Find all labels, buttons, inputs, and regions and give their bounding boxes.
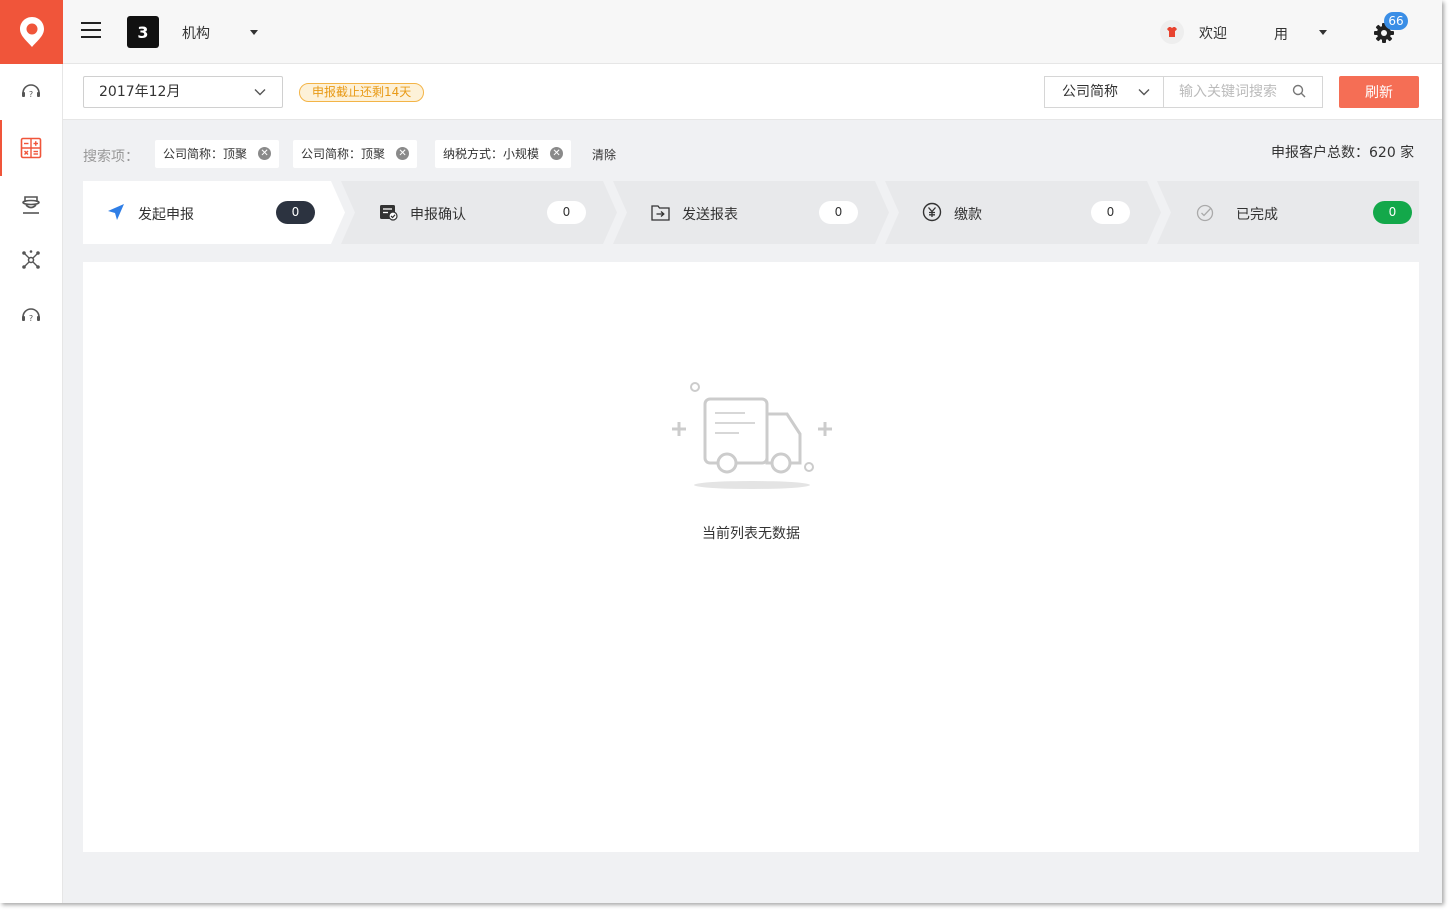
step-count: 0 — [819, 201, 858, 224]
shirt-avatar-icon — [1167, 27, 1177, 37]
send-report-icon — [651, 205, 670, 221]
filter-chip: 公司简称：顶聚 ✕ — [155, 140, 280, 168]
search-icon[interactable] — [1292, 84, 1306, 98]
clear-filters-link[interactable]: 清除 — [592, 146, 616, 163]
deadline-badge: 申报截止还剩14天 — [299, 83, 425, 102]
org-dropdown-caret-icon[interactable] — [250, 30, 258, 35]
step-initiate[interactable]: 发起申报 0 — [83, 181, 345, 244]
check-icon — [1196, 204, 1214, 222]
month-select[interactable]: 2017年12月 — [83, 76, 283, 108]
network-icon — [22, 250, 40, 269]
support-icon: ? — [22, 84, 40, 99]
step-confirm[interactable]: 申报确认 0 — [341, 181, 617, 244]
step-label: 已完成 — [1236, 207, 1278, 223]
filter-toolbar: 2017年12月 申报截止还剩14天 公司简称 刷新 — [63, 64, 1442, 120]
total-clients-count: 申报客户总数：620 家 — [1271, 145, 1415, 161]
month-value: 2017年12月 — [99, 84, 181, 100]
sidebar: ? ? — [0, 0, 63, 903]
notification-badge: 66 — [1384, 12, 1408, 30]
menu-toggle-icon[interactable] — [81, 22, 101, 40]
results-panel: 当前列表无数据 — [83, 262, 1419, 852]
remove-filter-icon[interactable]: ✕ — [396, 147, 410, 160]
sidebar-item-network[interactable] — [0, 232, 62, 288]
app-window: ? ? 3 机构 欢迎 用 66 2017年12月 申报截止还剩14天 公司简称… — [0, 0, 1442, 903]
welcome-text: 欢迎 — [1199, 26, 1227, 42]
filter-chip-label: 公司简称：顶聚 — [163, 147, 248, 161]
remove-filter-icon[interactable]: ✕ — [258, 147, 272, 160]
top-header: 3 机构 欢迎 用 66 — [63, 0, 1442, 64]
location-pin-logo-icon — [19, 17, 44, 47]
remove-filter-icon[interactable]: ✕ — [550, 147, 564, 160]
filter-chip: 公司简称：顶聚 ✕ — [293, 140, 418, 168]
filter-chip-label: 纳税方式：小规模 — [443, 147, 540, 161]
filter-label: 搜索项： — [83, 149, 139, 165]
yuan-icon — [922, 202, 942, 222]
step-label: 发起申报 — [138, 207, 194, 223]
sidebar-item-help[interactable]: ? — [0, 288, 62, 344]
step-label: 申报确认 — [410, 207, 466, 223]
sidebar-item-tax-declare[interactable] — [0, 120, 62, 176]
chevron-down-icon — [254, 89, 266, 96]
user-hat-icon — [22, 196, 40, 214]
sidebar-item-support[interactable]: ? — [0, 64, 62, 120]
confirm-icon — [380, 205, 398, 221]
empty-truck-icon — [672, 382, 832, 489]
user-dropdown-caret-icon[interactable] — [1319, 30, 1327, 35]
step-count: 0 — [276, 201, 315, 224]
svg-text:?: ? — [29, 314, 33, 323]
sidebar-item-clients[interactable] — [0, 176, 62, 232]
send-icon — [108, 204, 124, 220]
step-label: 发送报表 — [682, 207, 738, 223]
workflow-steps: 发起申报 0 申报确认 0 发送报表 0 缴款 0 已完成 0 — [83, 181, 1419, 244]
svg-text:?: ? — [29, 90, 33, 99]
org-name[interactable]: 机构 — [182, 23, 210, 43]
chevron-down-icon — [1138, 89, 1150, 96]
empty-state-text: 当前列表无数据 — [702, 526, 800, 542]
step-send-report[interactable]: 发送报表 0 — [613, 181, 889, 244]
step-count: 0 — [547, 201, 586, 224]
org-logo: 3 — [127, 16, 159, 48]
avatar[interactable] — [1160, 20, 1184, 44]
step-count: 0 — [1091, 201, 1130, 224]
brand-logo[interactable] — [0, 0, 63, 64]
filter-chip: 纳税方式：小规模 ✕ — [435, 140, 572, 168]
search-field-value: 公司简称 — [1062, 84, 1118, 100]
step-count: 0 — [1373, 201, 1412, 224]
step-completed[interactable]: 已完成 0 — [1157, 181, 1419, 244]
user-name[interactable]: 用 — [1274, 24, 1288, 44]
calculator-icon — [20, 137, 42, 159]
step-payment[interactable]: 缴款 0 — [885, 181, 1161, 244]
step-label: 缴款 — [954, 207, 982, 223]
search-field-select[interactable]: 公司简称 — [1044, 76, 1164, 108]
help-headset-icon: ? — [22, 308, 40, 323]
refresh-button[interactable]: 刷新 — [1339, 76, 1419, 108]
filter-chip-label: 公司简称：顶聚 — [301, 147, 386, 161]
